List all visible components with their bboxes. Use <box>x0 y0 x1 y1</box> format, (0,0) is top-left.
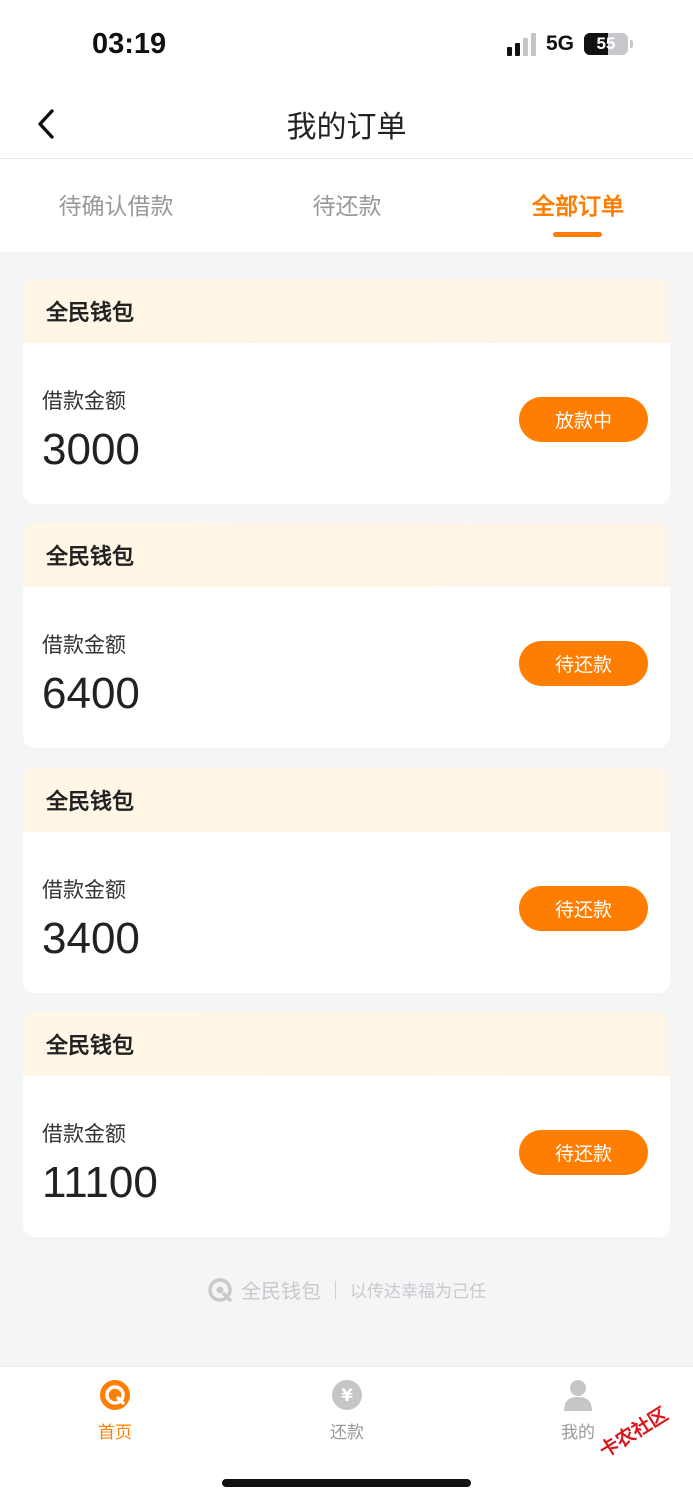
svg-text:¥: ¥ <box>341 1386 353 1406</box>
repay-yuan-icon: ¥ <box>331 1379 363 1411</box>
order-card[interactable]: 全民钱包 借款金额 3400 待还款 <box>23 768 670 993</box>
tab-pending-confirm[interactable]: 待确认借款 <box>16 187 216 221</box>
order-status-button[interactable]: 待还款 <box>519 886 648 931</box>
tabbar-label-home: 首页 <box>98 1423 132 1443</box>
order-card[interactable]: 全民钱包 借款金额 3000 放款中 <box>23 279 670 504</box>
loan-amount-label: 借款金额 <box>42 633 126 657</box>
home-indicator[interactable] <box>222 1479 471 1487</box>
order-brand: 全民钱包 <box>23 1012 670 1076</box>
tab-pending-repay[interactable]: 待还款 <box>247 187 447 221</box>
order-brand: 全民钱包 <box>23 279 670 343</box>
loan-amount-value: 11100 <box>42 1158 158 1207</box>
loan-amount-value: 6400 <box>42 669 140 718</box>
order-card[interactable]: 全民钱包 借款金额 11100 待还款 <box>23 1012 670 1237</box>
order-brand: 全民钱包 <box>23 523 670 587</box>
loan-amount-label: 借款金额 <box>42 1122 126 1146</box>
order-status-button[interactable]: 待还款 <box>519 641 648 686</box>
brand-logo-icon <box>208 1277 232 1302</box>
status-indicators: 5G 55 <box>506 32 633 56</box>
order-status-button[interactable]: 待还款 <box>519 1130 648 1175</box>
tabbar-label-repay: 还款 <box>330 1423 364 1443</box>
profile-icon <box>562 1379 594 1411</box>
battery-cap <box>630 40 633 48</box>
order-status-button[interactable]: 放款中 <box>519 397 648 442</box>
loan-amount-label: 借款金额 <box>42 878 126 902</box>
footer-divider <box>335 1280 336 1299</box>
order-tabs: 待确认借款 待还款 全部订单 <box>0 159 693 252</box>
network-type: 5G <box>545 32 574 55</box>
nav-bar: 我的订单 <box>0 92 693 159</box>
loan-amount-value: 3400 <box>42 914 140 963</box>
loan-amount-value: 3000 <box>42 425 140 474</box>
footer-brand: 全民钱包 以传达幸福为己任 <box>0 1275 693 1304</box>
order-card[interactable]: 全民钱包 借款金额 6400 待还款 <box>23 523 670 748</box>
signal-icon <box>506 32 536 56</box>
footer-brand-name: 全民钱包 <box>241 1279 321 1303</box>
active-tab-indicator <box>553 232 602 237</box>
battery-icon: 55 <box>584 33 628 55</box>
status-time: 03:19 <box>92 28 167 60</box>
page-title: 我的订单 <box>286 110 407 145</box>
battery-level: 55 <box>596 34 616 53</box>
tabbar-item-repay[interactable]: ¥ 还款 <box>287 1379 407 1443</box>
footer-slogan: 以传达幸福为己任 <box>350 1282 486 1302</box>
status-bar: 03:19 5G 55 <box>0 0 693 92</box>
order-brand: 全民钱包 <box>23 768 670 832</box>
home-icon <box>99 1379 131 1411</box>
loan-amount-label: 借款金额 <box>42 389 126 413</box>
tabbar-item-home[interactable]: 首页 <box>55 1379 175 1443</box>
tab-all-orders[interactable]: 全部订单 <box>478 187 678 221</box>
